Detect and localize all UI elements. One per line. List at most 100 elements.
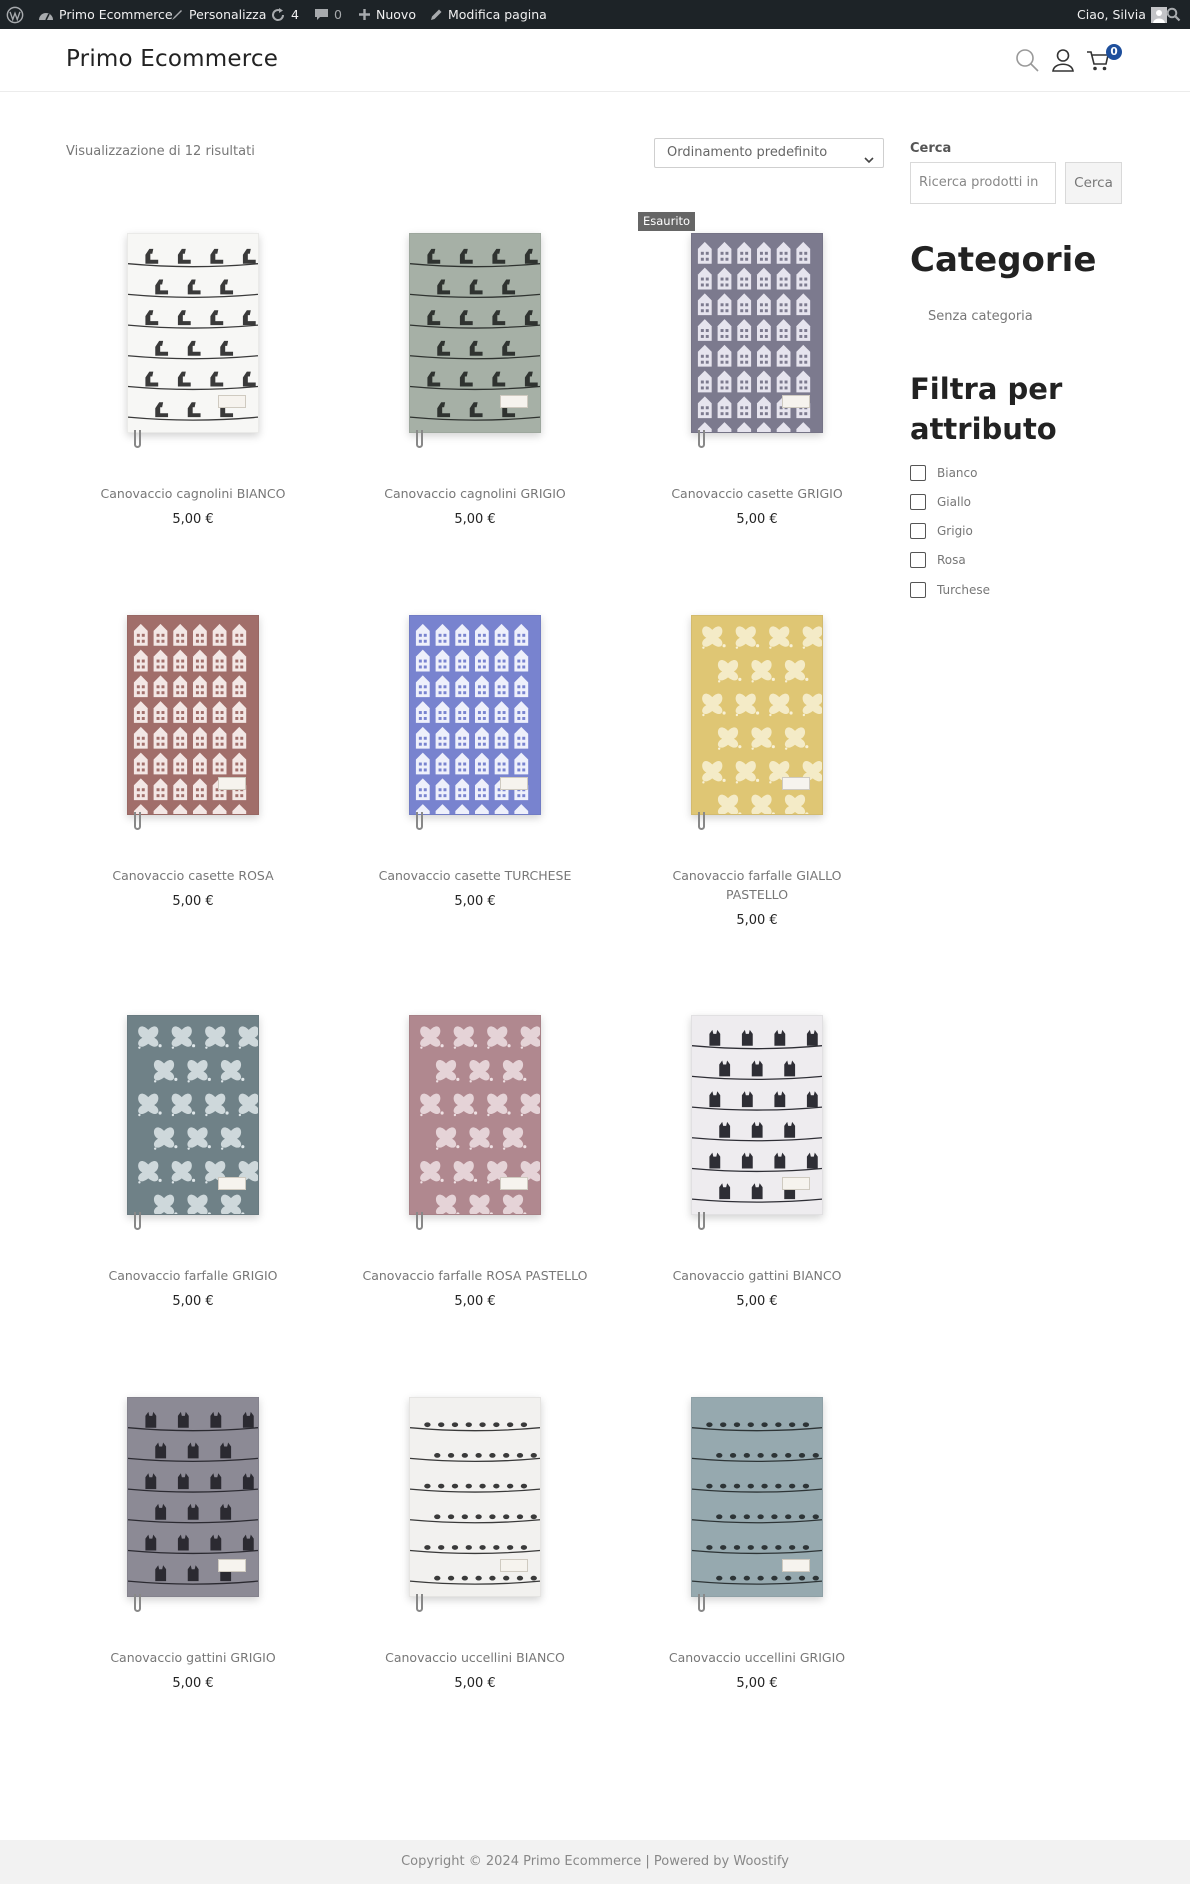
out-of-stock-badge: Esaurito xyxy=(638,212,696,231)
product-search-input[interactable]: Ricerca prodotti in xyxy=(910,162,1056,204)
brand-label-tag xyxy=(218,777,246,790)
brand-label-tag xyxy=(782,1177,810,1190)
product-image[interactable] xyxy=(68,990,318,1240)
hanging-loop xyxy=(134,1212,141,1230)
hanging-loop xyxy=(698,1594,705,1612)
product-name[interactable]: Canovaccio farfalle GRIGIO xyxy=(68,1266,318,1285)
pencil-icon xyxy=(430,8,443,21)
plus-icon xyxy=(358,8,371,21)
tea-towel-image xyxy=(127,615,259,830)
filter-option-label: Turchese xyxy=(937,583,991,597)
tea-towel-image xyxy=(127,233,259,448)
product-price: 5,00 € xyxy=(454,1676,496,1691)
orderby-select[interactable]: Ordinamento predefinito xyxy=(654,138,884,168)
product-image[interactable] xyxy=(68,1372,318,1622)
product-price: 5,00 € xyxy=(736,1676,778,1691)
product-name[interactable]: Canovaccio gattini GRIGIO xyxy=(68,1648,318,1667)
search-button[interactable]: Cerca xyxy=(1065,162,1122,204)
product-name[interactable]: Canovaccio gattini BIANCO xyxy=(632,1266,882,1285)
product-name[interactable]: Canovaccio farfalle ROSA PASTELLO xyxy=(350,1266,600,1285)
product-price: 5,00 € xyxy=(454,894,496,909)
tea-towel-image xyxy=(409,1397,541,1612)
product-name[interactable]: Canovaccio farfalle GIALLO PASTELLO xyxy=(632,866,882,904)
filter-heading-line2: attributo xyxy=(910,412,1057,446)
hanging-loop xyxy=(698,430,705,448)
brand-label-tag xyxy=(782,1559,810,1572)
account-icon[interactable] xyxy=(1050,47,1076,73)
product-image[interactable] xyxy=(632,990,882,1240)
product-image[interactable] xyxy=(632,590,882,840)
admin-bar-edit-page[interactable]: Modifica pagina xyxy=(430,0,547,29)
product-image[interactable] xyxy=(350,990,600,1240)
wordpress-logo-icon[interactable] xyxy=(6,0,24,29)
hanging-loop xyxy=(416,1594,423,1612)
product-name[interactable]: Canovaccio casette GRIGIO xyxy=(632,484,882,503)
admin-bar-edit-page-label: Modifica pagina xyxy=(448,7,547,22)
product-image[interactable] xyxy=(632,1372,882,1622)
admin-bar-updates[interactable]: 4 xyxy=(270,0,299,29)
filter-option[interactable]: Bianco xyxy=(910,464,977,482)
product-name[interactable]: Canovaccio cagnolini BIANCO xyxy=(68,484,318,503)
checkbox[interactable] xyxy=(910,523,926,539)
filter-option[interactable]: Rosa xyxy=(910,551,966,569)
hanging-loop xyxy=(134,812,141,830)
product-price: 5,00 € xyxy=(172,1294,214,1309)
admin-bar-site-name: Primo Ecommerce xyxy=(59,7,173,22)
product-name[interactable]: Canovaccio casette TURCHESE xyxy=(350,866,600,885)
product-name[interactable]: Canovaccio uccellini GRIGIO xyxy=(632,1648,882,1667)
hanging-loop xyxy=(416,430,423,448)
admin-bar-new-label: Nuovo xyxy=(376,7,416,22)
admin-bar-account[interactable]: Ciao, Silvia xyxy=(1077,0,1167,29)
product-price: 5,00 € xyxy=(172,512,214,527)
admin-bar-new[interactable]: Nuovo xyxy=(358,0,416,29)
hanging-loop xyxy=(134,430,141,448)
product-image[interactable] xyxy=(68,208,318,458)
product-image[interactable] xyxy=(632,208,882,458)
admin-bar-search-icon[interactable] xyxy=(1166,0,1181,29)
product-image[interactable] xyxy=(350,590,600,840)
checkbox[interactable] xyxy=(910,552,926,568)
tea-towel-image xyxy=(691,1015,823,1230)
product-name[interactable]: Canovaccio casette ROSA xyxy=(68,866,318,885)
brand-label-tag xyxy=(782,395,810,408)
admin-bar-customize[interactable]: Personalizza xyxy=(170,0,266,29)
avatar xyxy=(1150,6,1167,23)
admin-bar-site-link[interactable]: Primo Ecommerce xyxy=(38,0,173,29)
admin-bar-customize-label: Personalizza xyxy=(189,7,267,22)
category-link[interactable]: Senza categoria xyxy=(928,309,1033,324)
site-title[interactable]: Primo Ecommerce xyxy=(66,46,278,72)
brand-label-tag xyxy=(500,777,528,790)
admin-bar: Primo Ecommerce Personalizza 4 0 Nuovo M… xyxy=(0,0,1190,29)
product-image[interactable] xyxy=(350,208,600,458)
checkbox[interactable] xyxy=(910,582,926,598)
brand-label-tag xyxy=(500,1177,528,1190)
checkbox[interactable] xyxy=(910,465,926,481)
filter-option[interactable]: Turchese xyxy=(910,581,990,599)
tea-towel-image xyxy=(691,1397,823,1612)
brand-label-tag xyxy=(218,1559,246,1572)
chevron-down-icon xyxy=(864,148,874,167)
comments-count: 0 xyxy=(334,7,342,22)
filter-option[interactable]: Giallo xyxy=(910,493,971,511)
search-icon[interactable] xyxy=(1014,47,1040,73)
admin-bar-comments[interactable]: 0 xyxy=(314,0,342,29)
product-name[interactable]: Canovaccio cagnolini GRIGIO xyxy=(350,484,600,503)
product-name[interactable]: Canovaccio uccellini BIANCO xyxy=(350,1648,600,1667)
filter-option-label: Bianco xyxy=(937,466,978,480)
cart-count-badge: 0 xyxy=(1106,44,1122,60)
product-price: 5,00 € xyxy=(736,512,778,527)
checkbox[interactable] xyxy=(910,494,926,510)
tea-towel-image xyxy=(409,1015,541,1230)
tea-towel-image xyxy=(691,233,823,448)
filter-option[interactable]: Grigio xyxy=(910,522,973,540)
brand-label-tag xyxy=(218,395,246,408)
product-image[interactable] xyxy=(350,1372,600,1622)
tea-towel-image xyxy=(409,233,541,448)
categories-heading: Categorie xyxy=(910,240,1097,280)
footer-copyright: Copyright © 2024 Primo Ecommerce | Power… xyxy=(401,1854,789,1869)
result-count: Visualizzazione di 12 risultati xyxy=(66,144,255,159)
brush-icon xyxy=(170,8,184,22)
product-image[interactable] xyxy=(68,590,318,840)
filter-option-label: Grigio xyxy=(937,524,973,538)
updates-count: 4 xyxy=(291,7,299,22)
